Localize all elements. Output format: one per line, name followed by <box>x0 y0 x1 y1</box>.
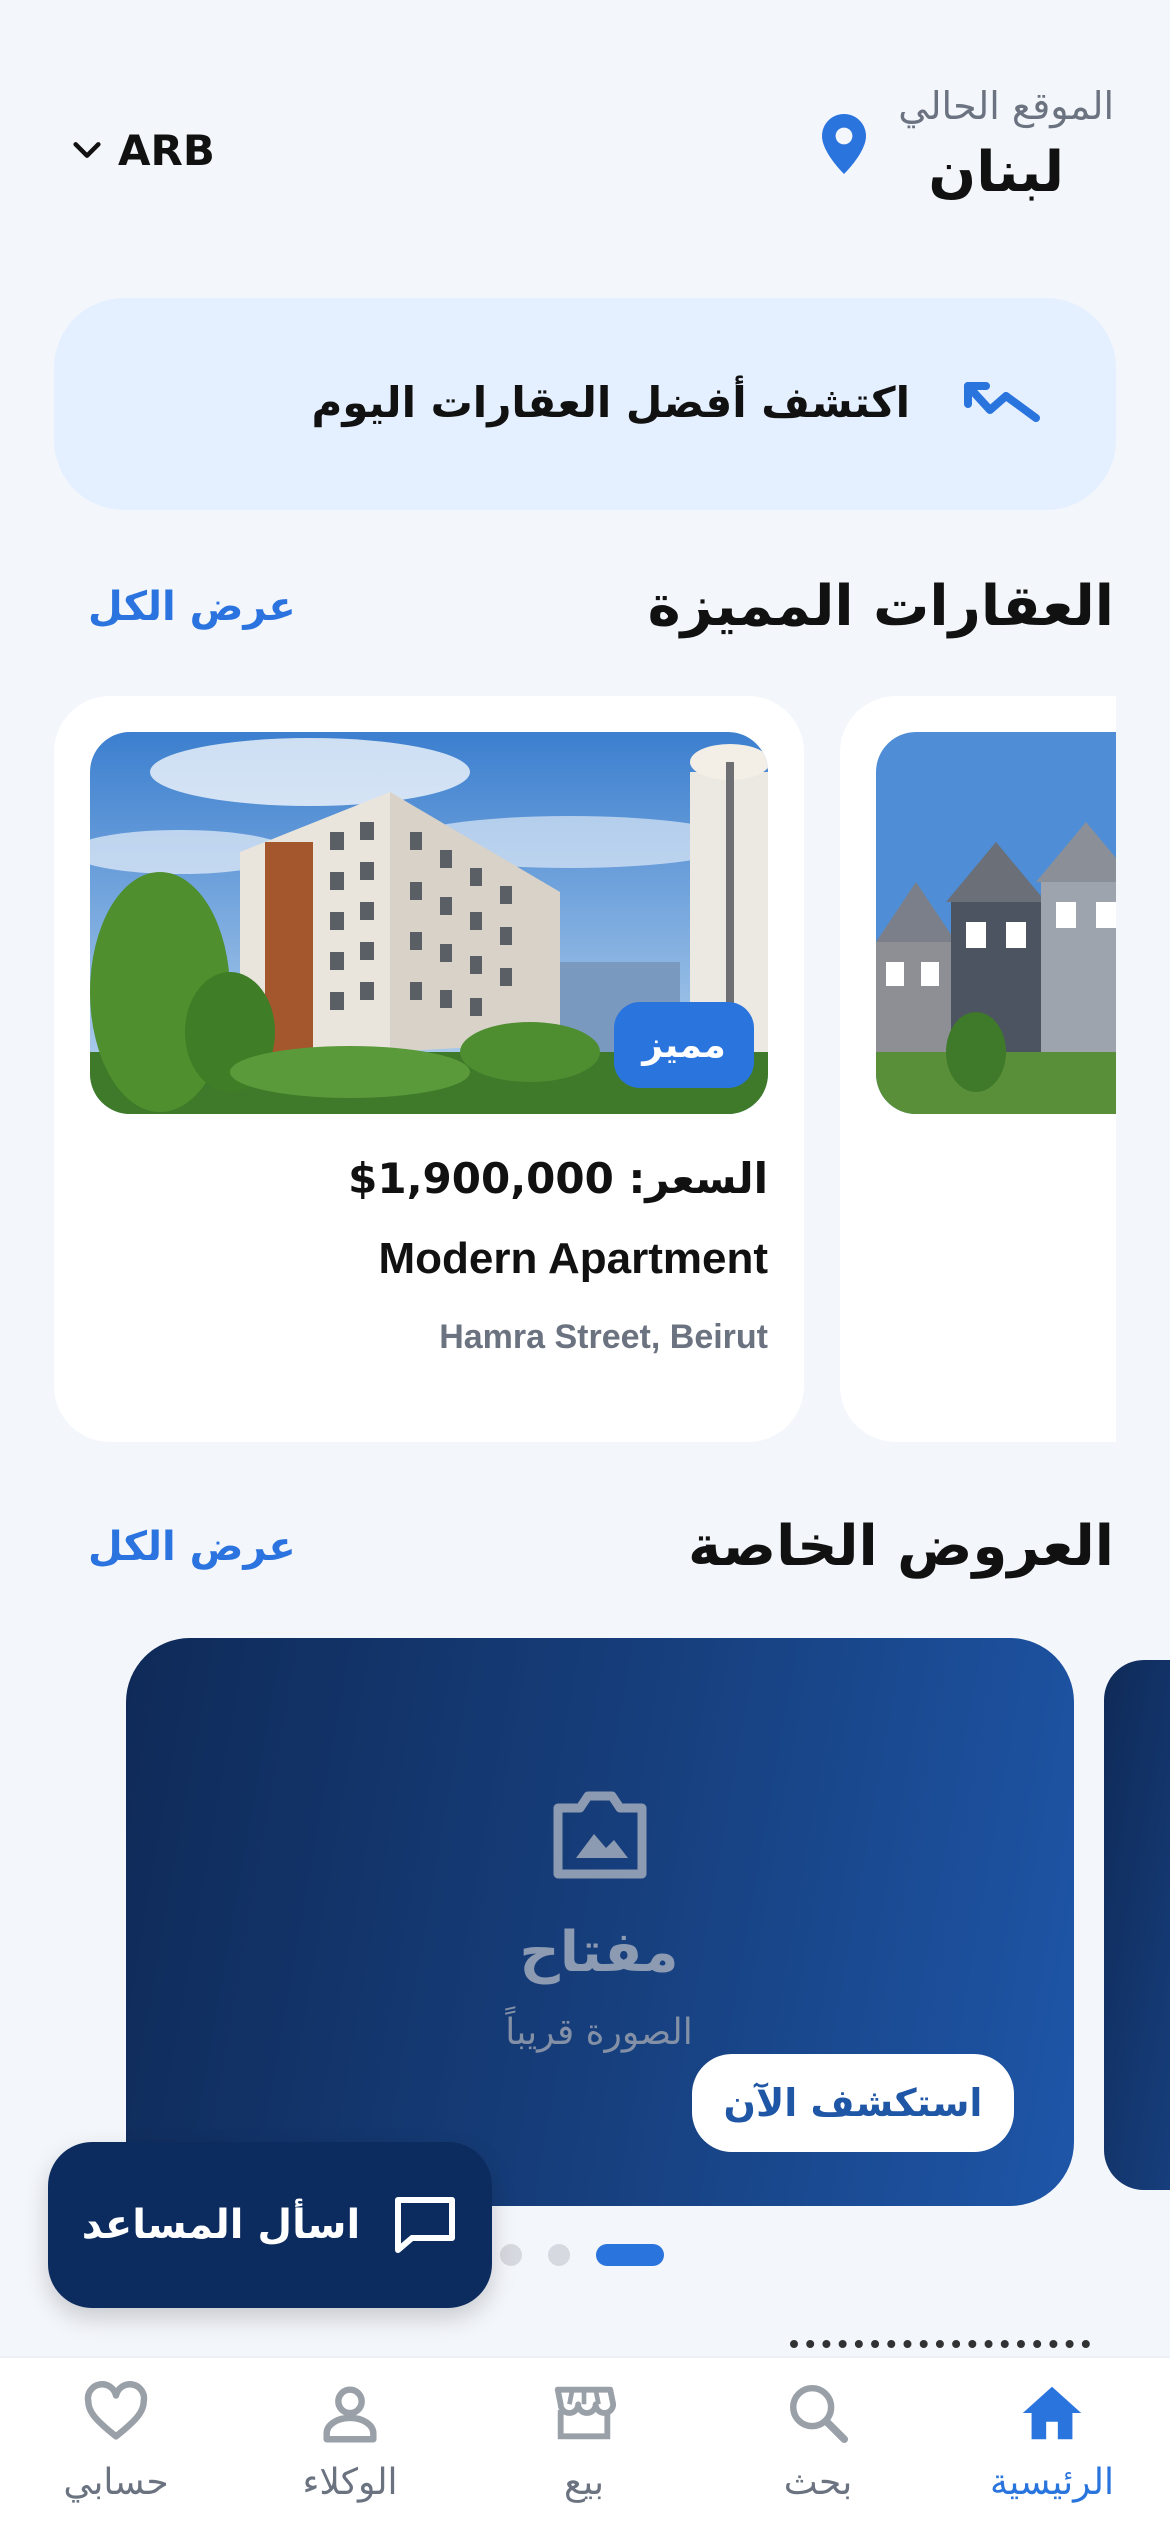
chat-icon <box>395 2197 456 2253</box>
nav-item-agents[interactable]: الوكلاء <box>260 2378 440 2528</box>
offers-view-all-link[interactable]: عرض الكل <box>88 1524 296 1570</box>
carousel-dot[interactable] <box>548 2244 570 2266</box>
bottom-navigation: الرئيسية بحث بيع الوكلاء حسابي <box>0 2356 1170 2532</box>
nav-item-sell[interactable]: بيع <box>494 2378 674 2528</box>
ask-assistant-button[interactable]: اسأل المساعد <box>48 2142 492 2308</box>
location-label: الموقع الحالي <box>898 84 1114 128</box>
language-selector[interactable]: ARB <box>70 122 215 178</box>
language-code: ARB <box>118 125 215 175</box>
carousel-dot[interactable] <box>500 2244 522 2266</box>
featured-view-all-link[interactable]: عرض الكل <box>88 584 296 630</box>
property-card[interactable]: مميز السعر: 1,900,000$ Modern Apartment … <box>54 696 804 1442</box>
explore-now-button[interactable]: استكشف الآن <box>692 2054 1014 2152</box>
nav-item-account[interactable]: حسابي <box>26 2378 206 2528</box>
nav-item-home[interactable]: الرئيسية <box>962 2378 1142 2528</box>
nav-item-search[interactable]: بحث <box>728 2378 908 2528</box>
nav-label: حسابي <box>63 2462 169 2503</box>
banner-text: اكتشف أفضل العقارات اليوم <box>311 378 910 427</box>
offers-section-title: العروض الخاصة <box>688 1514 1114 1579</box>
property-address: Hamra Street, Beirut <box>439 1318 768 1356</box>
image-placeholder-icon <box>553 1791 647 1879</box>
property-title: Modern Apartment <box>378 1234 769 1283</box>
chevron-down-icon <box>73 142 101 158</box>
location-value[interactable]: لبنان <box>928 140 1064 205</box>
featured-section-title: العقارات المميزة <box>647 574 1114 639</box>
nav-label: بحث <box>783 2462 853 2503</box>
offer-subtitle: الصورة قريباً <box>505 2012 693 2053</box>
person-icon <box>323 2386 377 2443</box>
carousel-dot-active[interactable] <box>596 2244 664 2266</box>
nav-label: الرئيسية <box>990 2462 1114 2503</box>
search-icon <box>790 2385 849 2444</box>
carousel-indicator <box>500 2244 664 2266</box>
home-icon <box>1022 2386 1082 2440</box>
trending-icon <box>964 382 1040 422</box>
nav-label: الوكلاء <box>302 2462 398 2503</box>
property-photo <box>876 732 1116 1114</box>
featured-badge: مميز <box>614 1002 754 1088</box>
location-pin-icon <box>822 114 866 174</box>
property-card-peek[interactable] <box>840 696 1116 1442</box>
offer-title: مفتاح <box>519 1920 679 1985</box>
heart-icon <box>84 2381 148 2440</box>
next-section-title-clipped <box>760 2326 1120 2356</box>
store-icon <box>554 2386 617 2440</box>
property-price: السعر: 1,900,000$ <box>348 1154 768 1203</box>
nav-label: بيع <box>563 2462 605 2503</box>
ask-assistant-label: اسأل المساعد <box>81 2202 361 2248</box>
